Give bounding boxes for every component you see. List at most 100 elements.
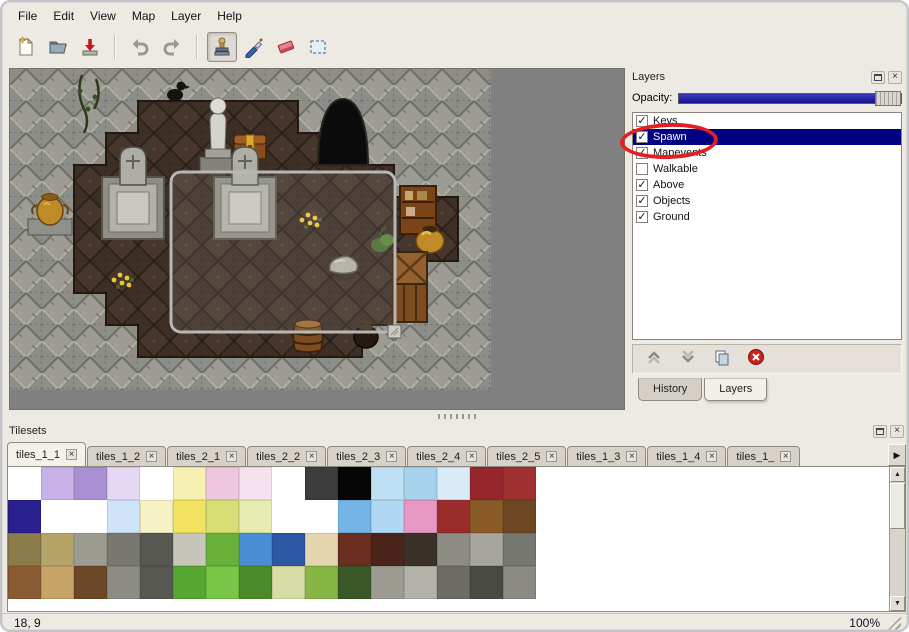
menu-file[interactable]: File [10, 7, 45, 25]
tileset-tab-tiles_2_4[interactable]: tiles_2_4× [407, 446, 486, 466]
palette-tile-r0c3[interactable] [107, 467, 140, 500]
palette-tile-r1c14[interactable] [470, 500, 503, 533]
palette-tile-r3c15[interactable] [503, 566, 536, 599]
palette-tile-r3c2[interactable] [74, 566, 107, 599]
scroll-up-button[interactable]: ▲ [890, 467, 905, 482]
palette-tile-r0c4[interactable] [140, 467, 173, 500]
tab-close-icon[interactable]: × [706, 451, 717, 462]
palette-tile-r0c2[interactable] [74, 467, 107, 500]
delete-layer-button[interactable] [745, 348, 767, 370]
layer-visibility-checkbox[interactable]: ✓ [636, 211, 648, 223]
palette-tile-r3c5[interactable] [173, 566, 206, 599]
palette-tile-r1c4[interactable] [140, 500, 173, 533]
palette-tile-r0c5[interactable] [173, 467, 206, 500]
palette-tile-r3c13[interactable] [437, 566, 470, 599]
palette-tile-r0c10[interactable] [338, 467, 371, 500]
palette-tile-r3c14[interactable] [470, 566, 503, 599]
palette-tile-r1c8[interactable] [272, 500, 305, 533]
palette-tile-r1c0[interactable] [8, 500, 41, 533]
menu-edit[interactable]: Edit [45, 7, 82, 25]
layer-row-objects[interactable]: ✓Objects [633, 193, 901, 209]
opacity-slider-handle[interactable] [875, 91, 901, 106]
tileset-tab-tiles_1_3[interactable]: tiles_1_3× [567, 446, 646, 466]
menu-map[interactable]: Map [124, 7, 163, 25]
palette-tile-r1c2[interactable] [74, 500, 107, 533]
save-file-button[interactable] [75, 32, 105, 62]
layer-row-ground[interactable]: ✓Ground [633, 209, 901, 225]
tileset-tab-tiles_2_5[interactable]: tiles_2_5× [487, 446, 566, 466]
palette-tile-r2c8[interactable] [272, 533, 305, 566]
tileset-tab-tiles_1_4[interactable]: tiles_1_4× [647, 446, 726, 466]
palette-tile-r1c6[interactable] [206, 500, 239, 533]
tileset-tab-tiles_1_1[interactable]: tiles_1_1× [7, 442, 86, 466]
layer-visibility-checkbox[interactable]: ✓ [636, 147, 648, 159]
palette-tile-r0c7[interactable] [239, 467, 272, 500]
palette-tile-r1c13[interactable] [437, 500, 470, 533]
palette-tile-r0c0[interactable] [8, 467, 41, 500]
tileset-tab-tiles_2_2[interactable]: tiles_2_2× [247, 446, 326, 466]
tileset-tab-tiles_2_3[interactable]: tiles_2_3× [327, 446, 406, 466]
palette-tile-r1c7[interactable] [239, 500, 272, 533]
tilesets-panel-close-button[interactable]: × [890, 425, 904, 438]
tileset-tab-tiles_2_1[interactable]: tiles_2_1× [167, 446, 246, 466]
palette-tile-r2c15[interactable] [503, 533, 536, 566]
layer-visibility-checkbox[interactable]: ✓ [636, 131, 648, 143]
undo-button[interactable] [125, 32, 155, 62]
map-selection[interactable] [171, 172, 401, 338]
eraser-tool-button[interactable] [271, 32, 301, 62]
tab-close-icon[interactable]: × [626, 451, 637, 462]
tab-close-icon[interactable]: × [780, 451, 791, 462]
palette-tile-r3c9[interactable] [305, 566, 338, 599]
palette-tile-r1c11[interactable] [371, 500, 404, 533]
stamp-tool-button[interactable] [207, 32, 237, 62]
palette-tile-r3c1[interactable] [41, 566, 74, 599]
scrollbar-handle[interactable] [890, 483, 905, 529]
palette-tile-r2c11[interactable] [371, 533, 404, 566]
resize-grip[interactable] [888, 617, 901, 630]
lower-layer-button[interactable] [677, 348, 699, 370]
menu-layer[interactable]: Layer [163, 7, 209, 25]
open-file-button[interactable] [43, 32, 73, 62]
layer-row-above[interactable]: ✓Above [633, 177, 901, 193]
palette-tile-r1c10[interactable] [338, 500, 371, 533]
layer-row-spawn[interactable]: ✓Spawn [633, 129, 901, 145]
palette-scrollbar[interactable]: ▲ ▼ [889, 467, 905, 611]
tab-close-icon[interactable]: × [306, 451, 317, 462]
palette-tile-r2c7[interactable] [239, 533, 272, 566]
horizontal-splitter[interactable] [8, 412, 904, 420]
palette-tile-r2c3[interactable] [107, 533, 140, 566]
palette-tile-r2c0[interactable] [8, 533, 41, 566]
palette-tile-r3c0[interactable] [8, 566, 41, 599]
duplicate-layer-button[interactable] [711, 348, 733, 370]
menu-help[interactable]: Help [209, 7, 250, 25]
palette-tile-r2c9[interactable] [305, 533, 338, 566]
raise-layer-button[interactable] [643, 348, 665, 370]
tab-close-icon[interactable]: × [386, 451, 397, 462]
tab-layers[interactable]: Layers [704, 378, 767, 401]
palette-tile-r3c6[interactable] [206, 566, 239, 599]
new-file-button[interactable] [11, 32, 41, 62]
tab-close-icon[interactable]: × [226, 451, 237, 462]
layer-row-keys[interactable]: ✓Keys [633, 113, 901, 129]
palette-tile-r1c15[interactable] [503, 500, 536, 533]
palette-tile-r3c11[interactable] [371, 566, 404, 599]
tab-close-icon[interactable]: × [546, 451, 557, 462]
layer-visibility-checkbox[interactable]: ✓ [636, 195, 648, 207]
palette-tile-r1c9[interactable] [305, 500, 338, 533]
tab-history[interactable]: History [638, 378, 702, 401]
layer-visibility-checkbox[interactable] [636, 163, 648, 175]
palette-tile-r3c3[interactable] [107, 566, 140, 599]
layers-panel-close-button[interactable]: × [888, 71, 902, 84]
tab-close-icon[interactable]: × [66, 449, 77, 460]
select-tool-button[interactable] [303, 32, 333, 62]
redo-button[interactable] [157, 32, 187, 62]
palette-tile-r2c12[interactable] [404, 533, 437, 566]
tileset-tab-tiles_1_[interactable]: tiles_1_× [727, 446, 800, 466]
tab-close-icon[interactable]: × [146, 451, 157, 462]
palette-tile-r2c6[interactable] [206, 533, 239, 566]
layer-row-walkable[interactable]: Walkable [633, 161, 901, 177]
palette-tile-r0c13[interactable] [437, 467, 470, 500]
palette-tile-r3c7[interactable] [239, 566, 272, 599]
palette-tile-r0c12[interactable] [404, 467, 437, 500]
palette-tile-r3c8[interactable] [272, 566, 305, 599]
